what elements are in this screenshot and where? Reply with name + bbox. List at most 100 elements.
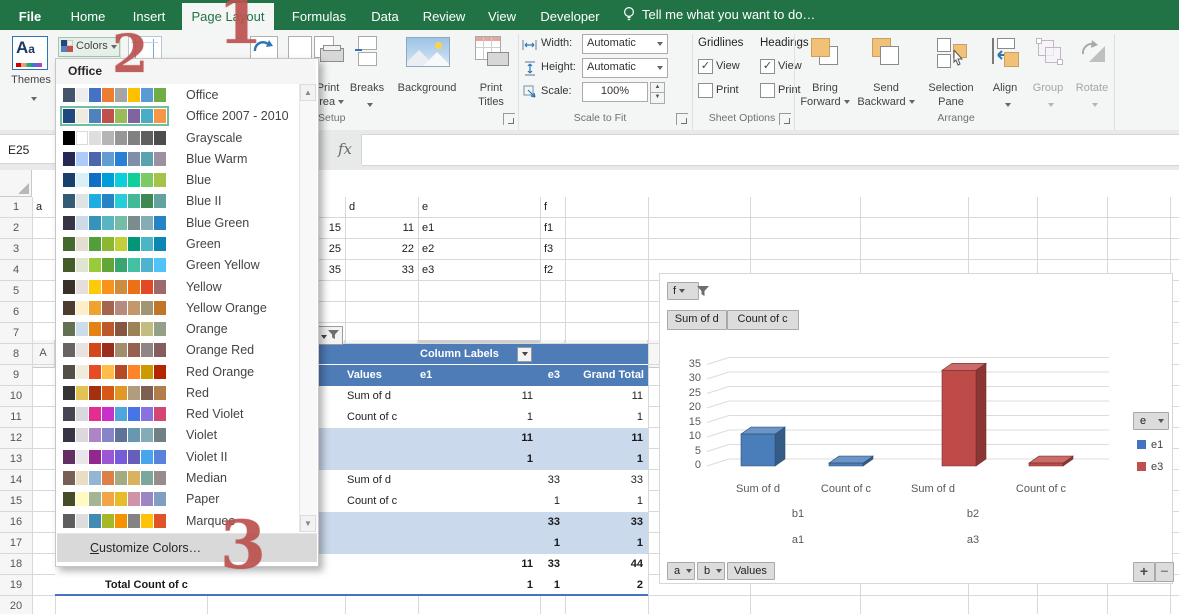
- row-header-4[interactable]: 4: [0, 260, 33, 281]
- tell-me-box[interactable]: Tell me what you want to do…: [622, 0, 815, 30]
- chart-axis-field-button-Values[interactable]: Values: [727, 562, 775, 580]
- chart-value-field-button[interactable]: Sum of d: [667, 310, 727, 330]
- chart-bar-face[interactable]: [829, 463, 863, 466]
- customize-colors-item[interactable]: Customize Colors…: [57, 533, 317, 562]
- pivot-filter-button[interactable]: [318, 326, 343, 345]
- chart-bar-face[interactable]: [1029, 463, 1063, 466]
- colors-menu-scrollbar[interactable]: ▲ ▼: [299, 84, 317, 532]
- tab-page-layout[interactable]: Page Layout: [182, 3, 274, 30]
- tab-insert[interactable]: Insert: [124, 3, 174, 30]
- rotate-button[interactable]: Rotate: [1070, 34, 1114, 126]
- scroll-down-button[interactable]: ▼: [300, 515, 316, 532]
- color-theme-blue-green[interactable]: Blue Green: [57, 213, 297, 234]
- legend-item-e3[interactable]: e3: [1137, 461, 1171, 473]
- row-header-12[interactable]: 12: [0, 428, 33, 449]
- color-theme-orange-red[interactable]: Orange Red: [57, 340, 297, 361]
- tab-formulas[interactable]: Formulas: [282, 3, 356, 30]
- cell-F4[interactable]: f2: [544, 260, 561, 281]
- headings-view-checkbox[interactable]: ✓: [760, 59, 775, 74]
- tab-home[interactable]: Home: [60, 3, 116, 30]
- row-header-11[interactable]: 11: [0, 407, 33, 428]
- background-button[interactable]: Background: [392, 34, 462, 126]
- tab-view[interactable]: View: [480, 3, 524, 30]
- pivot-row[interactable]: Total Count of c112: [55, 575, 648, 596]
- color-theme-green[interactable]: Green: [57, 234, 297, 255]
- cell-F2[interactable]: f1: [544, 218, 561, 239]
- pivot-column-labels-filter-button[interactable]: [517, 347, 532, 362]
- width-combo[interactable]: Automatic: [582, 34, 668, 54]
- group-button[interactable]: Group: [1028, 34, 1068, 126]
- themes-button[interactable]: Aa Themes: [8, 34, 54, 126]
- cell-E2[interactable]: e1: [422, 218, 536, 239]
- row-header-1[interactable]: 1: [0, 197, 33, 218]
- scale-spin-down[interactable]: ▼: [650, 92, 665, 104]
- color-theme-yellow-orange[interactable]: Yellow Orange: [57, 298, 297, 319]
- cell-D4[interactable]: 33: [349, 260, 414, 281]
- chart-value-field-button[interactable]: Count of c: [727, 310, 799, 330]
- cell-F1[interactable]: f: [544, 197, 561, 218]
- row-header-7[interactable]: 7: [0, 323, 33, 344]
- color-theme-marquee[interactable]: Marquee: [57, 511, 297, 532]
- color-theme-red[interactable]: Red: [57, 383, 297, 404]
- color-theme-office[interactable]: Office: [57, 85, 297, 106]
- cell-E1[interactable]: e: [422, 197, 536, 218]
- tab-review[interactable]: Review: [414, 3, 474, 30]
- row-header-6[interactable]: 6: [0, 302, 33, 323]
- chart-axis-field-button-a[interactable]: a: [667, 562, 695, 580]
- gridlines-print-checkbox[interactable]: ✓: [698, 83, 713, 98]
- row-header-5[interactable]: 5: [0, 281, 33, 302]
- color-theme-violet-ii[interactable]: Violet II: [57, 447, 297, 468]
- row-header-14[interactable]: 14: [0, 470, 33, 491]
- pivot-chart[interactable]: f Sum of dCount of c 05101520253035 Sum …: [659, 273, 1173, 584]
- color-theme-red-violet[interactable]: Red Violet: [57, 404, 297, 425]
- cell-E3[interactable]: e2: [422, 239, 536, 260]
- cell-D1[interactable]: d: [349, 197, 414, 218]
- chart-bar-face[interactable]: [976, 363, 986, 466]
- legend-item-e1[interactable]: e1: [1137, 439, 1171, 451]
- color-theme-red-orange[interactable]: Red Orange: [57, 362, 297, 383]
- cell-F3[interactable]: f3: [544, 239, 561, 260]
- row-header-17[interactable]: 17: [0, 533, 33, 554]
- select-all-corner[interactable]: [0, 170, 32, 197]
- height-combo[interactable]: Automatic: [582, 58, 668, 78]
- color-theme-blue-ii[interactable]: Blue II: [57, 191, 297, 212]
- scale-spinner[interactable]: 100%: [582, 82, 648, 102]
- row-header-10[interactable]: 10: [0, 386, 33, 407]
- color-theme-blue[interactable]: Blue: [57, 170, 297, 191]
- chart-zoom-out-button[interactable]: −: [1155, 562, 1174, 582]
- row-header-20[interactable]: 20: [0, 596, 33, 614]
- headings-print-checkbox[interactable]: ✓: [760, 83, 775, 98]
- color-theme-paper[interactable]: Paper: [57, 489, 297, 510]
- name-box[interactable]: E25: [0, 134, 60, 164]
- cell-E4[interactable]: e3: [422, 260, 536, 281]
- page-setup-dialog-launcher[interactable]: [503, 113, 515, 125]
- cell-D3[interactable]: 22: [349, 239, 414, 260]
- chart-bar-face[interactable]: [942, 370, 976, 466]
- color-theme-blue-warm[interactable]: Blue Warm: [57, 149, 297, 170]
- color-theme-orange[interactable]: Orange: [57, 319, 297, 340]
- chart-bar-face[interactable]: [741, 434, 775, 466]
- tab-file[interactable]: File: [8, 3, 52, 30]
- row-header-16[interactable]: 16: [0, 512, 33, 533]
- color-theme-office-2007-2010[interactable]: Office 2007 - 2010: [57, 106, 297, 127]
- cell-A1[interactable]: a: [36, 197, 51, 218]
- color-theme-violet[interactable]: Violet: [57, 425, 297, 446]
- chart-axis-field-button-b[interactable]: b: [697, 562, 725, 580]
- formula-input[interactable]: [362, 134, 1179, 166]
- tab-developer[interactable]: Developer: [530, 3, 610, 30]
- fx-icon[interactable]: fx: [332, 136, 358, 162]
- chart-legend-field-button[interactable]: e: [1133, 412, 1169, 430]
- row-header-15[interactable]: 15: [0, 491, 33, 512]
- color-theme-median[interactable]: Median: [57, 468, 297, 489]
- row-header-18[interactable]: 18: [0, 554, 33, 575]
- row-header-2[interactable]: 2: [0, 218, 33, 239]
- chart-zoom-in-button[interactable]: +: [1133, 562, 1155, 582]
- scroll-up-button[interactable]: ▲: [300, 84, 316, 101]
- colors-button[interactable]: Colors: [58, 37, 120, 57]
- cell-D2[interactable]: 11: [349, 218, 414, 239]
- row-header-19[interactable]: 19: [0, 575, 33, 596]
- bring-forward-button[interactable]: Bring Forward: [798, 34, 852, 126]
- gridlines-view-checkbox[interactable]: ✓: [698, 59, 713, 74]
- chart-filter-field-button[interactable]: f: [667, 282, 699, 300]
- tab-data[interactable]: Data: [362, 3, 408, 30]
